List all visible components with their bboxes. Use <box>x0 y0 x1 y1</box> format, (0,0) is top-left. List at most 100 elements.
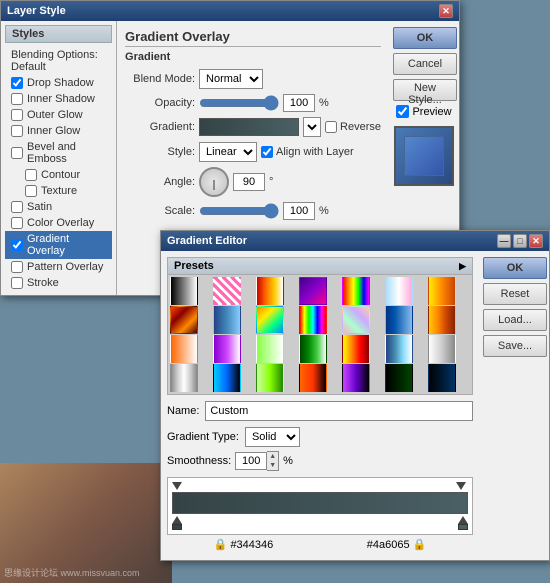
gradient-row: Gradient: Reverse <box>125 117 381 137</box>
align-checkbox[interactable] <box>261 146 273 158</box>
gradient-bar[interactable] <box>172 492 468 514</box>
preset-4[interactable] <box>342 277 370 305</box>
preset-21[interactable] <box>170 364 198 392</box>
preset-10[interactable] <box>299 306 327 334</box>
inner-glow-checkbox[interactable] <box>11 125 23 137</box>
color-overlay-checkbox[interactable] <box>11 217 23 229</box>
ge-minimize-button[interactable]: — <box>497 234 511 248</box>
preset-12[interactable] <box>385 306 413 334</box>
blend-mode-select[interactable]: Normal Multiply Screen <box>199 69 263 89</box>
preset-6[interactable] <box>428 277 456 305</box>
spinner-down[interactable]: ▼ <box>267 461 278 470</box>
blending-options-item[interactable]: Blending Options: Default <box>5 47 112 75</box>
preset-20[interactable] <box>428 335 456 363</box>
inner-glow-item[interactable]: Inner Glow <box>5 123 112 139</box>
opacity-stop-left[interactable] <box>172 482 182 490</box>
smoothness-value[interactable] <box>235 452 267 470</box>
new-style-button[interactable]: New Style... <box>393 79 457 101</box>
opacity-stop-right[interactable] <box>456 482 466 490</box>
ge-maximize-button[interactable]: □ <box>513 234 527 248</box>
gradient-overlay-checkbox[interactable] <box>11 239 23 251</box>
outer-glow-item[interactable]: Outer Glow <box>5 107 112 123</box>
layer-style-title-bar: Layer Style ✕ <box>1 1 459 21</box>
contour-item[interactable]: Contour <box>5 167 112 183</box>
satin-item[interactable]: Satin <box>5 199 112 215</box>
name-input[interactable] <box>205 401 473 421</box>
bevel-emboss-checkbox[interactable] <box>11 147 23 159</box>
ge-reset-button[interactable]: Reset <box>483 283 547 305</box>
opacity-slider[interactable] <box>199 96 279 110</box>
spinner-up[interactable]: ▲ <box>267 452 278 461</box>
texture-checkbox[interactable] <box>25 185 37 197</box>
satin-checkbox[interactable] <box>11 201 23 213</box>
color-overlay-item[interactable]: Color Overlay <box>5 215 112 231</box>
presets-arrow[interactable]: ▶ <box>459 261 466 272</box>
cancel-button[interactable]: Cancel <box>393 53 457 75</box>
preset-7[interactable] <box>170 306 198 334</box>
outer-glow-checkbox[interactable] <box>11 109 23 121</box>
ge-close-button[interactable]: ✕ <box>529 234 543 248</box>
preset-13[interactable] <box>428 306 456 334</box>
style-select[interactable]: Linear Radial Angle <box>199 142 257 162</box>
preset-15[interactable] <box>213 335 241 363</box>
preset-22[interactable] <box>213 364 241 392</box>
hex-left: 🔒 #344346 <box>214 538 274 551</box>
drop-shadow-checkbox[interactable] <box>11 77 23 89</box>
angle-dial[interactable] <box>199 167 229 197</box>
gradient-arrow[interactable] <box>303 117 321 137</box>
preset-26[interactable] <box>385 364 413 392</box>
color-stop-right[interactable] <box>458 516 468 530</box>
style-label: Style: <box>125 146 195 158</box>
styles-header[interactable]: Styles <box>5 25 112 43</box>
stroke-checkbox[interactable] <box>11 277 23 289</box>
preset-17[interactable] <box>299 335 327 363</box>
gradient-preview[interactable] <box>199 118 299 136</box>
texture-item[interactable]: Texture <box>5 183 112 199</box>
close-button[interactable]: ✕ <box>439 4 453 18</box>
contour-checkbox[interactable] <box>25 169 37 181</box>
smoothness-unit: % <box>283 455 293 467</box>
drop-shadow-item[interactable]: Drop Shadow <box>5 75 112 91</box>
angle-value[interactable] <box>233 173 265 191</box>
color-stop-left[interactable] <box>172 516 182 530</box>
preset-8[interactable] <box>213 306 241 334</box>
pattern-overlay-checkbox[interactable] <box>11 261 23 273</box>
sub-title: Gradient <box>125 51 381 63</box>
blend-mode-row: Blend Mode: Normal Multiply Screen <box>125 69 381 89</box>
smoothness-spinner[interactable]: ▲ ▼ <box>267 451 279 471</box>
preview-checkbox[interactable] <box>396 105 409 118</box>
gradient-overlay-item[interactable]: Gradient Overlay <box>5 231 112 259</box>
scale-slider[interactable] <box>199 204 279 218</box>
ge-ok-button[interactable]: OK <box>483 257 547 279</box>
scale-value[interactable] <box>283 202 315 220</box>
preset-18[interactable] <box>342 335 370 363</box>
preset-16[interactable] <box>256 335 284 363</box>
preset-2[interactable] <box>256 277 284 305</box>
gradient-type-label: Gradient Type: <box>167 431 239 443</box>
opacity-value[interactable] <box>283 94 315 112</box>
preset-25[interactable] <box>342 364 370 392</box>
preset-14[interactable] <box>170 335 198 363</box>
preset-23[interactable] <box>256 364 284 392</box>
preset-27[interactable] <box>428 364 456 392</box>
preset-0[interactable] <box>170 277 198 305</box>
ok-button[interactable]: OK <box>393 27 457 49</box>
inner-shadow-item[interactable]: Inner Shadow <box>5 91 112 107</box>
preset-1[interactable] <box>213 277 241 305</box>
ge-save-button[interactable]: Save... <box>483 335 547 357</box>
preset-19[interactable] <box>385 335 413 363</box>
pattern-overlay-item[interactable]: Pattern Overlay <box>5 259 112 275</box>
bevel-emboss-item[interactable]: Bevel and Emboss <box>5 139 112 167</box>
stroke-item[interactable]: Stroke <box>5 275 112 291</box>
preset-5[interactable] <box>385 277 413 305</box>
preset-9[interactable] <box>256 306 284 334</box>
bg-photo <box>0 463 172 583</box>
preset-3[interactable] <box>299 277 327 305</box>
lock-icon-left: 🔒 <box>214 538 228 551</box>
gradient-type-select[interactable]: Solid Noise <box>245 427 300 447</box>
inner-shadow-checkbox[interactable] <box>11 93 23 105</box>
preset-24[interactable] <box>299 364 327 392</box>
preset-11[interactable] <box>342 306 370 334</box>
ge-load-button[interactable]: Load... <box>483 309 547 331</box>
reverse-checkbox[interactable] <box>325 121 337 133</box>
